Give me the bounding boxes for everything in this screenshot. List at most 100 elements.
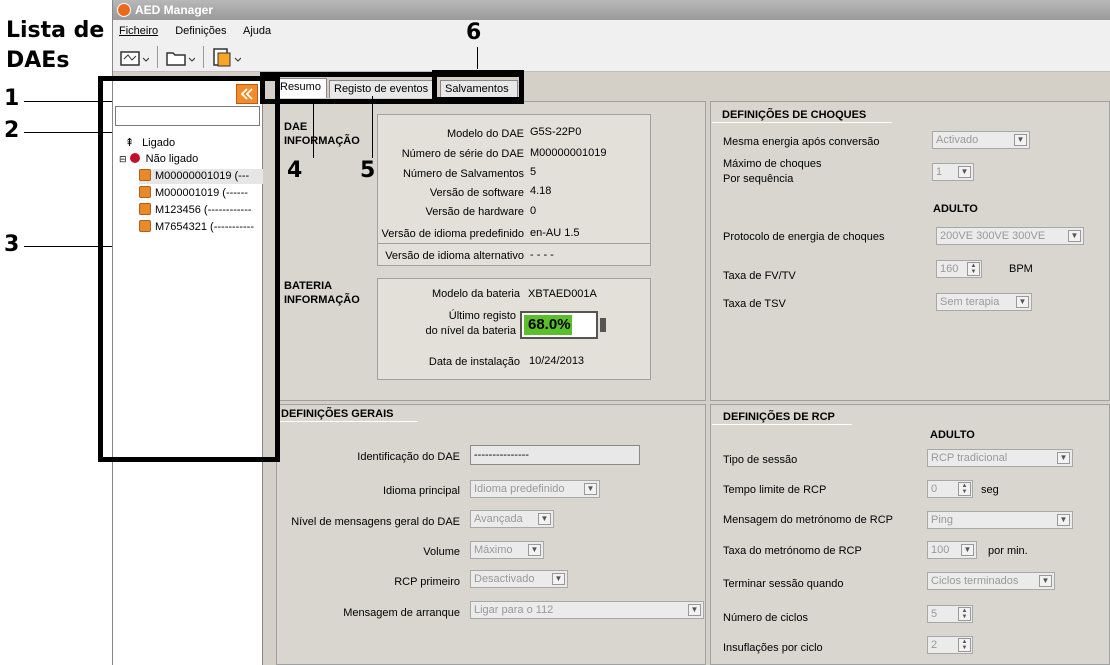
callout-line-4 [313, 102, 314, 158]
cpr-adult-label: ADULTO [930, 429, 975, 441]
chevron-down-icon: ▼ [688, 604, 701, 616]
end-session-label: Terminar sessão quando [723, 578, 844, 590]
end-session-select[interactable]: Ciclos terminados ▼ [927, 572, 1055, 590]
battery-info-heading-2: INFORMAÇÃO [284, 294, 360, 306]
main-language-select[interactable]: Idioma predefinido ▼ [470, 480, 600, 498]
session-type-label: Tipo de sessão [723, 454, 798, 466]
chevron-down-icon: ▼ [1068, 230, 1081, 242]
cpr-settings-heading: DEFINIÇÕES DE RCP [723, 411, 835, 423]
max-shocks-select[interactable]: 1 ▼ [932, 163, 974, 181]
stepper-arrows-icon[interactable]: ▲ ▼ [958, 638, 971, 652]
battery-level-label-1: Último registo [448, 310, 516, 322]
shock-protocol-label: Protocolo de energia de choques [723, 231, 885, 243]
shock-protocol-select[interactable]: 200VE 300VE 300VE ▼ [936, 227, 1084, 245]
metronome-message-select[interactable]: Ping ▼ [927, 511, 1073, 529]
device-button[interactable] [117, 45, 155, 69]
document-button[interactable] [209, 45, 247, 69]
chevron-down-icon: ▼ [1016, 296, 1029, 308]
title-bar: AED Manager [113, 0, 1110, 20]
highlight-aed-list [98, 76, 280, 462]
max-shocks-label-1: Máximo de choques [723, 158, 822, 170]
svt-rate-label: Taxa de TSV [723, 298, 786, 310]
general-settings-panel [276, 404, 706, 665]
aed-model-label: Modelo do DAE [446, 128, 524, 140]
general-settings-heading: DEFINIÇÕES GERAIS [281, 408, 394, 420]
divider [712, 122, 892, 123]
alt-lang-version-value: - - - - [530, 249, 554, 261]
session-type-select[interactable]: RCP tradicional ▼ [927, 449, 1073, 467]
window-title: AED Manager [135, 3, 214, 17]
startup-message-select[interactable]: Ligar para o 112 ▼ [470, 601, 704, 619]
hardware-version-value: 0 [530, 205, 537, 217]
aed-list-title-line2: DAEs [6, 48, 70, 73]
folder-icon [166, 52, 195, 66]
aed-id-field[interactable]: --------------- [470, 445, 640, 465]
software-version-value: 4.18 [530, 185, 552, 197]
callout-line-6 [477, 47, 478, 69]
stepper-arrows-icon[interactable]: ▲ ▼ [958, 482, 971, 496]
highlight-rescues-tab [432, 70, 524, 102]
startup-message-label: Mensagem de arranque [343, 607, 460, 619]
same-energy-label: Mesma energia após conversão [723, 136, 880, 148]
callout-6: 6 [466, 20, 482, 45]
callout-5: 5 [360, 158, 376, 183]
battery-info-heading-1: BATERIA [284, 280, 333, 292]
metronome-rate-select[interactable]: 100 ▼ [927, 541, 977, 559]
metronome-rate-label: Taxa do metrónomo de RCP [723, 545, 862, 557]
callout-1: 1 [4, 86, 20, 111]
battery-level-indicator: 68.0% [520, 311, 598, 339]
cpr-first-label: RCP primeiro [394, 576, 460, 588]
message-level-select[interactable]: Avançada ▼ [470, 510, 554, 528]
main-language-label: Idioma principal [382, 485, 460, 497]
divider [378, 243, 650, 244]
cycles-stepper[interactable]: 5 ▲ ▼ [927, 605, 973, 623]
aed-serial-value: M00000001019 [530, 147, 607, 159]
alt-lang-version-label: Versão de idioma alternativo [385, 250, 524, 262]
chevron-down-icon: ▼ [958, 166, 971, 178]
shock-adult-label: ADULTO [933, 203, 978, 215]
aed-info-heading-2: INFORMAÇÃO [284, 135, 360, 147]
volume-select[interactable]: Máximo ▼ [470, 541, 544, 559]
cpr-timeout-stepper[interactable]: 0 ▲ ▼ [927, 480, 973, 498]
cpr-first-select[interactable]: Desactivado ▼ [470, 570, 568, 588]
chevron-down-icon: ▼ [1014, 134, 1027, 146]
battery-level-label-2: do nível da bateria [425, 325, 516, 337]
aed-serial-label: Número de série do DAE [401, 148, 524, 160]
chevron-down-icon: ▼ [552, 573, 565, 585]
battery-model-value: XBTAED001A [528, 288, 597, 300]
callout-line-5 [372, 96, 373, 158]
vf-rate-stepper[interactable]: 160 ▲ ▼ [936, 260, 982, 278]
rescue-count-label: Número de Salvamentos [402, 168, 524, 180]
menu-settings[interactable]: Definições [175, 25, 226, 37]
battery-level-value: 68.0% [528, 316, 571, 333]
install-date-value: 10/24/2013 [529, 355, 585, 367]
default-lang-version-label: Versão de idioma predefinido [381, 228, 524, 240]
chevron-down-icon: ▼ [1057, 452, 1070, 464]
menu-bar: Ficheiro Definições Ajuda [113, 20, 1110, 42]
menu-help[interactable]: Ajuda [243, 25, 271, 37]
volume-label: Volume [423, 546, 460, 558]
toolbar-separator [203, 46, 204, 68]
battery-terminal [600, 318, 606, 332]
metronome-rate-unit: por min. [988, 545, 1028, 557]
device-icon [120, 51, 149, 66]
cpr-settings-panel [710, 404, 1110, 665]
metronome-message-label: Mensagem do metrónomo de RCP [723, 514, 893, 526]
chevron-down-icon: ▼ [584, 483, 597, 495]
open-button[interactable] [163, 45, 201, 69]
chevron-down-icon: ▼ [538, 513, 551, 525]
toolbar-separator [157, 46, 158, 68]
svt-rate-select[interactable]: Sem terapia ▼ [936, 293, 1032, 311]
divider [278, 421, 418, 422]
breaths-stepper[interactable]: 2 ▲ ▼ [927, 636, 973, 654]
stepper-arrows-icon[interactable]: ▲ ▼ [958, 607, 971, 621]
app-logo-icon [117, 3, 131, 17]
breaths-label: Insuflações por ciclo [723, 642, 823, 654]
install-date-label: Data de instalação [428, 356, 520, 368]
same-energy-select[interactable]: Activado ▼ [932, 131, 1030, 149]
menu-file[interactable]: Ficheiro [119, 25, 158, 37]
software-version-label: Versão de software [429, 187, 524, 199]
callout-4: 4 [287, 158, 303, 183]
stepper-arrows-icon[interactable]: ▲ ▼ [967, 262, 980, 276]
document-icon [213, 48, 241, 67]
